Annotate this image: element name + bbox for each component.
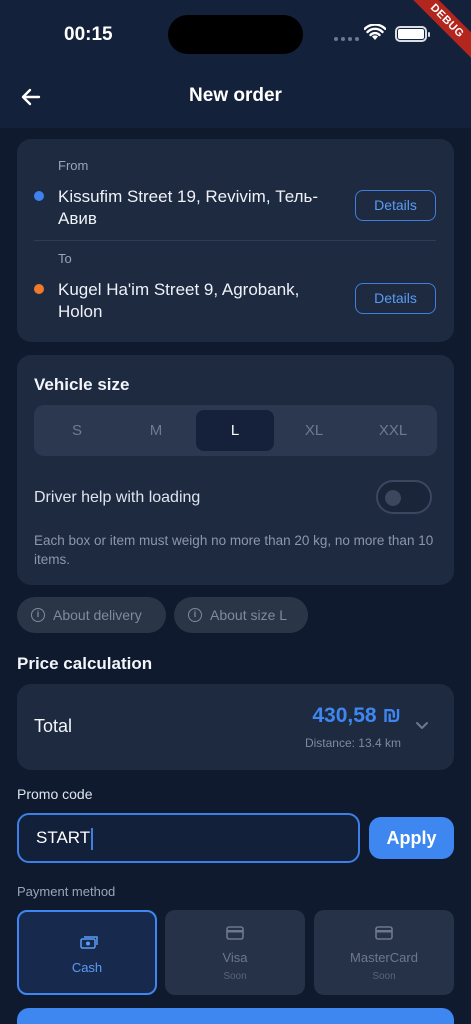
top-bar: 00:15 DEBUG New order	[0, 0, 471, 128]
payment-option-mastercard[interactable]: MasterCard Soon	[314, 910, 454, 995]
text-caret	[91, 827, 94, 850]
payment-sub: Soon	[223, 971, 247, 982]
size-option-s[interactable]: S	[38, 410, 116, 451]
distance-text: Distance: 13.4 km	[304, 736, 401, 750]
about-size-label: About size L	[210, 607, 288, 623]
vehicle-card: Vehicle size S M L XL XXL Driver help wi…	[17, 355, 454, 585]
vehicle-size-title: Vehicle size	[34, 375, 130, 394]
route-card: From Kissufim Street 19, Revivim, Тель-А…	[17, 139, 454, 342]
dynamic-island	[168, 15, 303, 54]
payment-label: Cash	[71, 960, 103, 975]
driver-help-toggle[interactable]	[376, 480, 432, 514]
promo-code-label: Promo code	[17, 786, 93, 802]
size-option-xl[interactable]: XL	[275, 410, 353, 451]
card-icon	[375, 926, 393, 940]
info-icon: i	[31, 608, 45, 622]
about-delivery-label: About delivery	[53, 607, 142, 623]
status-time: 00:15	[64, 24, 113, 45]
size-option-l[interactable]: L	[196, 410, 274, 451]
to-dot-icon	[34, 284, 44, 294]
to-address: Kugel Ha'im Street 9, Agrobank, Holon	[58, 280, 300, 321]
to-details-button[interactable]: Details	[355, 283, 436, 314]
total-label: Total	[34, 716, 73, 736]
to-label: To	[58, 251, 72, 266]
battery-icon	[395, 26, 430, 42]
size-option-m[interactable]: M	[117, 410, 195, 451]
page-title: New order	[189, 85, 282, 106]
apply-button[interactable]: Apply	[369, 817, 454, 859]
card-icon	[226, 926, 244, 940]
cash-icon	[80, 936, 98, 949]
price-card[interactable]: Total 430,58 ₪ Distance: 13.4 km	[17, 684, 454, 770]
from-details-button[interactable]: Details	[355, 190, 436, 221]
divider	[34, 240, 436, 241]
submit-order-button[interactable]	[17, 1008, 454, 1024]
vehicle-note: Each box or item must weigh no more than…	[34, 533, 434, 567]
payment-method-label: Payment method	[17, 884, 116, 899]
chevron-down-icon[interactable]	[415, 721, 429, 731]
price-calculation-title: Price calculation	[17, 654, 153, 673]
toggle-knob	[385, 490, 401, 506]
total-value: 430,58 ₪	[312, 704, 401, 727]
promo-code-value: START	[36, 828, 91, 847]
about-delivery-chip[interactable]: i About delivery	[17, 597, 166, 633]
info-icon: i	[188, 608, 202, 622]
payment-label: Visa	[222, 950, 248, 965]
signal-icon	[334, 37, 359, 41]
driver-help-label: Driver help with loading	[34, 489, 201, 506]
size-option-xxl[interactable]: XXL	[354, 410, 432, 451]
from-label: From	[58, 158, 89, 173]
payment-label: MasterCard	[350, 950, 418, 965]
vehicle-size-selector: S M L XL XXL	[34, 405, 437, 456]
from-dot-icon	[34, 191, 44, 201]
wifi-icon	[364, 24, 386, 40]
about-size-chip[interactable]: i About size L	[174, 597, 308, 633]
payment-option-visa[interactable]: Visa Soon	[165, 910, 305, 995]
payment-option-cash[interactable]: Cash	[17, 910, 157, 995]
payment-sub: Soon	[372, 971, 396, 982]
from-address: Kissufim Street 19, Revivim, Тель-Авив	[58, 187, 319, 228]
promo-code-input[interactable]: START	[17, 813, 360, 863]
